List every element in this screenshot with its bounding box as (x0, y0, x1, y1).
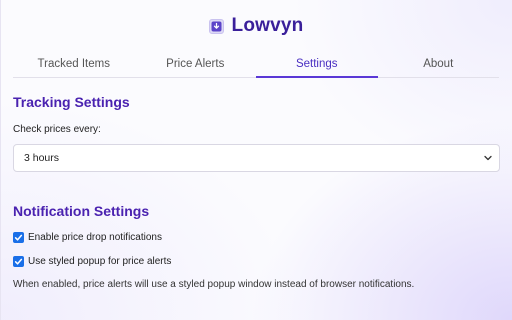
tab-bar: Tracked Items Price Alerts Settings Abou… (13, 50, 499, 78)
chevron-down-icon (484, 155, 492, 161)
styled-popup-label[interactable]: Use styled popup for price alerts (28, 256, 171, 267)
check-interval-label: Check prices every: (13, 124, 101, 135)
app-header: Lowvyn (0, 0, 512, 50)
tab-price-alerts[interactable]: Price Alerts (135, 50, 257, 77)
styled-popup-checkbox[interactable] (13, 256, 24, 267)
app-title: Lowvyn (231, 15, 304, 36)
price-drop-notifications-label[interactable]: Enable price drop notifications (28, 232, 162, 243)
check-interval-select[interactable]: 3 hours (13, 144, 500, 172)
price-drop-notifications-checkbox[interactable] (13, 232, 24, 243)
checkmark-icon (14, 258, 23, 265)
checkmark-icon (14, 234, 23, 241)
notification-settings-heading: Notification Settings (13, 203, 150, 219)
price-drop-notifications-option: Enable price drop notifications (13, 232, 162, 243)
styled-popup-option: Use styled popup for price alerts (13, 256, 171, 267)
tab-about[interactable]: About (378, 50, 500, 77)
check-interval-value: 3 hours (24, 152, 60, 164)
download-box-icon (208, 18, 224, 34)
styled-popup-description: When enabled, price alerts will use a st… (13, 279, 415, 290)
tracking-settings-heading: Tracking Settings (13, 94, 130, 110)
tab-tracked-items[interactable]: Tracked Items (13, 50, 135, 77)
panel-edge (0, 0, 1, 320)
tab-settings[interactable]: Settings (256, 50, 378, 78)
